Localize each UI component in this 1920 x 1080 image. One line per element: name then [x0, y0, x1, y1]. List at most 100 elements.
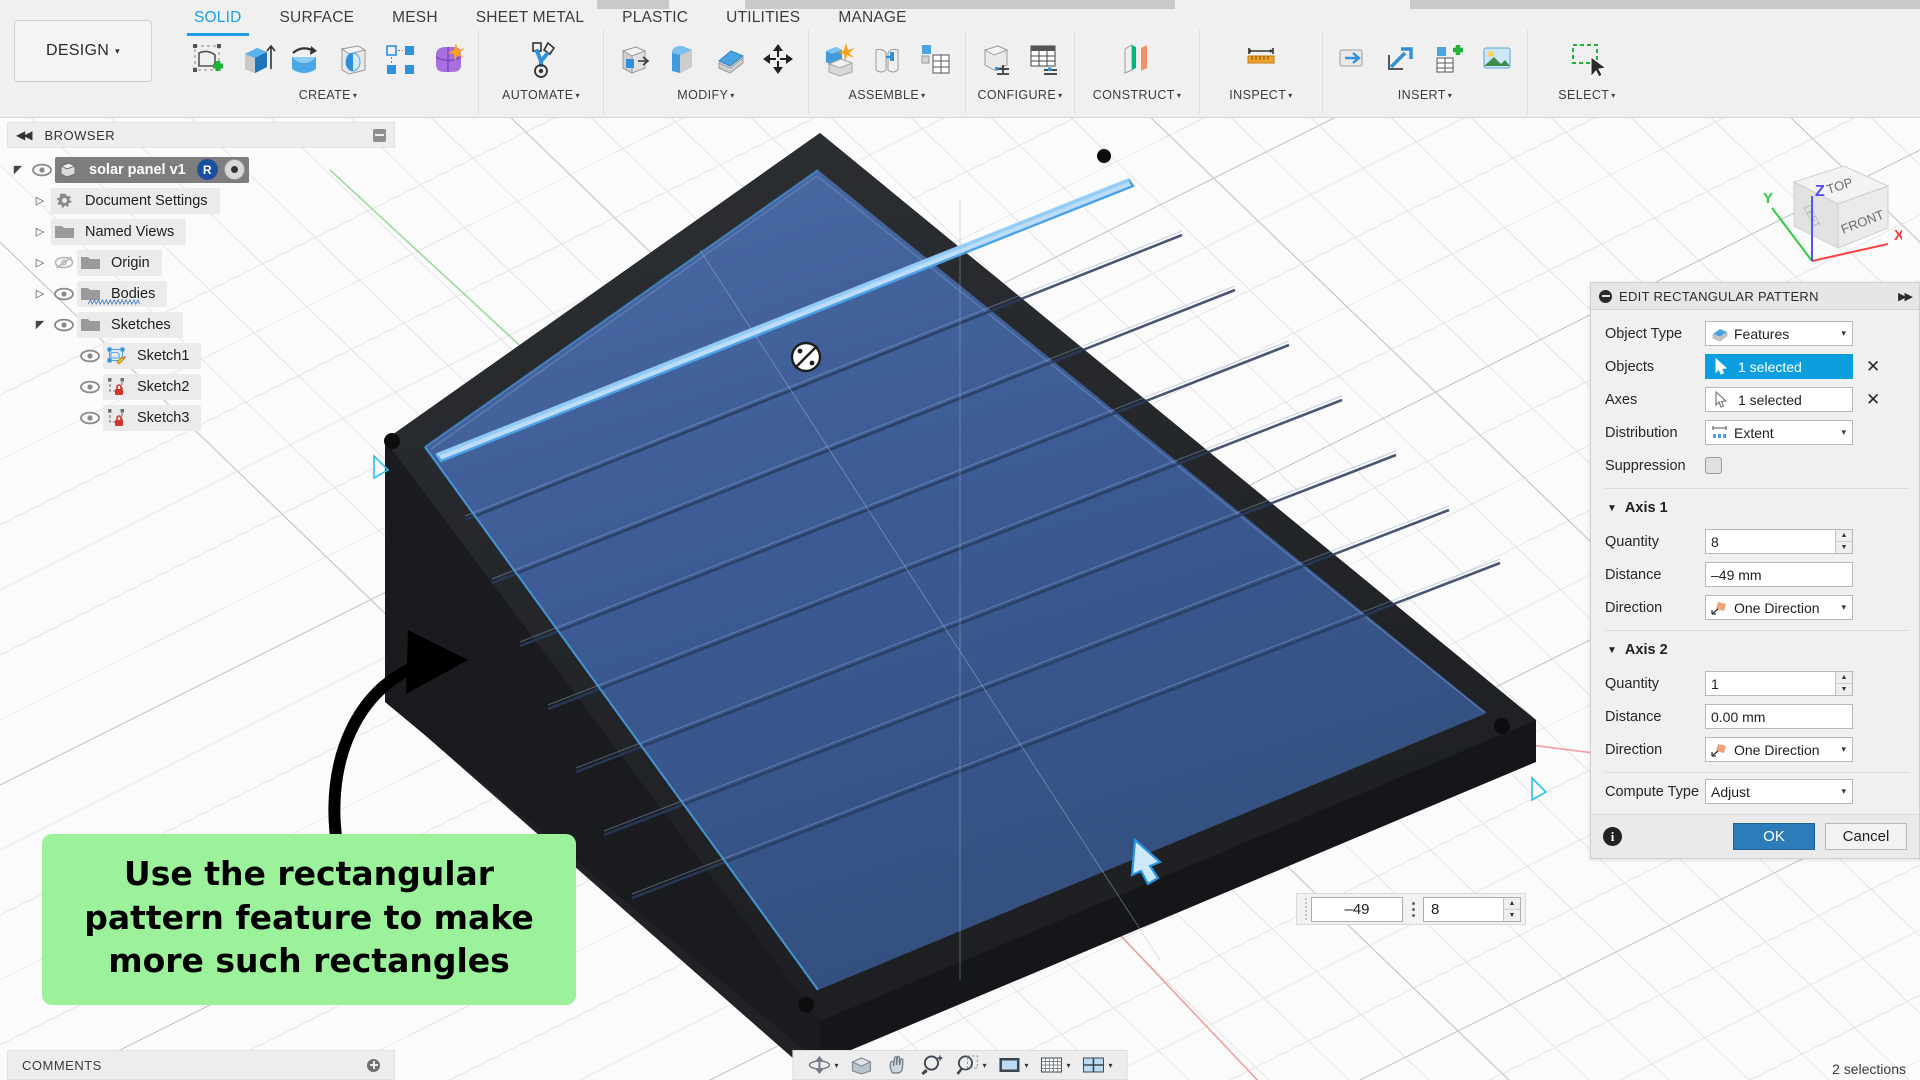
expand-arrow-icon[interactable]: ▷: [29, 256, 51, 269]
browser-row-body[interactable]: solar panel v1 R: [55, 156, 249, 183]
browser-row-body[interactable]: Sketch1: [103, 342, 202, 369]
insert-derive-icon[interactable]: [1330, 33, 1376, 85]
zoom-tool[interactable]: [916, 1054, 948, 1076]
orbit-tool[interactable]: ▾: [803, 1054, 842, 1076]
chevron-down-icon[interactable]: ▾: [834, 1061, 838, 1070]
view-cube[interactable]: TOP FRONT LEFT X Y Z: [1752, 148, 1904, 273]
expand-arrow-icon[interactable]: ◤: [7, 163, 29, 176]
section-header-axis-1[interactable]: ▼ Axis 1: [1605, 491, 1909, 525]
configure-part-icon[interactable]: [973, 33, 1019, 85]
inline-distance-input[interactable]: –49: [1311, 896, 1403, 922]
minus-circle-icon[interactable]: [1599, 289, 1612, 303]
browser-item-document-settings[interactable]: ▷ Document Settings: [7, 185, 395, 216]
collapse-left-icon[interactable]: ◀◀: [16, 128, 33, 142]
shell-icon[interactable]: [707, 33, 753, 85]
expand-right-icon[interactable]: ▶▶: [1898, 290, 1913, 303]
browser-item-bodies[interactable]: ▷ Bodies: [7, 278, 395, 309]
move-copy-icon[interactable]: [755, 33, 801, 85]
browser-item-sketch3[interactable]: Sketch3: [7, 402, 395, 433]
zoom-window-tool[interactable]: ▾: [951, 1054, 990, 1076]
visibility-eye-off-icon[interactable]: [51, 255, 77, 270]
info-icon[interactable]: i: [1603, 827, 1622, 846]
form-icon[interactable]: [425, 33, 471, 85]
quantity-stepper[interactable]: ▲ ▼: [1835, 530, 1852, 553]
suppression-checkbox[interactable]: [1705, 457, 1722, 474]
object-type-dropdown[interactable]: Features ▾: [1705, 321, 1853, 346]
inline-quantity-input[interactable]: 8 ▲ ▼: [1423, 896, 1521, 922]
fillet-icon[interactable]: [659, 33, 705, 85]
browser-row-body[interactable]: Origin: [77, 249, 162, 276]
chevron-down-icon[interactable]: ▾: [1109, 1061, 1113, 1070]
offset-plane-icon[interactable]: [1082, 33, 1192, 85]
activate-component-radio[interactable]: [223, 159, 245, 180]
browser-row-body[interactable]: Bodies: [77, 280, 168, 307]
hole-icon[interactable]: [329, 33, 375, 85]
axes-selection-field[interactable]: 1 selected: [1705, 387, 1853, 412]
measure-icon[interactable]: [1207, 33, 1315, 85]
browser-row-body[interactable]: Document Settings: [51, 187, 220, 214]
stepper-down-icon[interactable]: ▼: [1836, 684, 1852, 695]
browser-item-solar-panel[interactable]: ◤ solar panel v1 R: [7, 154, 395, 185]
browser-item-named-views[interactable]: ▷ Named Views: [7, 216, 395, 247]
stepper-down-icon[interactable]: ▼: [1836, 542, 1852, 553]
visibility-eye-icon[interactable]: [77, 380, 103, 394]
extrude-icon[interactable]: [233, 33, 279, 85]
doc-tab-3[interactable]: [1410, 0, 1920, 9]
visibility-eye-icon[interactable]: [51, 318, 77, 332]
objects-selection-field[interactable]: 1 selected: [1705, 354, 1853, 379]
browser-row-body[interactable]: Sketch2: [103, 373, 202, 400]
chevron-down-icon[interactable]: ▾: [1067, 1061, 1071, 1070]
press-pull-icon[interactable]: [611, 33, 657, 85]
insert-component-icon[interactable]: [1426, 33, 1472, 85]
reference-badge[interactable]: R: [196, 159, 218, 180]
clear-objects-icon[interactable]: ✕: [1866, 358, 1880, 375]
drag-handle-icon[interactable]: [1301, 897, 1311, 921]
collapse-arrow-icon[interactable]: ◤: [29, 318, 51, 331]
visibility-eye-icon[interactable]: [77, 349, 103, 363]
expand-arrow-icon[interactable]: ▷: [29, 287, 51, 300]
comments-panel[interactable]: COMMENTS: [7, 1050, 395, 1080]
section-header-axis-2[interactable]: ▼ Axis 2: [1605, 633, 1909, 667]
cancel-button[interactable]: Cancel: [1825, 823, 1907, 850]
joint-icon[interactable]: [864, 33, 910, 85]
configure-table-icon[interactable]: [1021, 33, 1067, 85]
browser-item-sketch2[interactable]: Sketch2: [7, 371, 395, 402]
clear-axes-icon[interactable]: ✕: [1866, 391, 1880, 408]
axis2-quantity-input[interactable]: 1 ▲ ▼: [1705, 671, 1853, 696]
stepper-up-icon[interactable]: ▲: [1836, 672, 1852, 684]
insert-mcmaster-icon[interactable]: [1378, 33, 1424, 85]
quantity-stepper[interactable]: ▲ ▼: [1835, 672, 1852, 695]
expand-arrow-icon[interactable]: ▷: [29, 225, 51, 238]
axis1-quantity-input[interactable]: 8 ▲ ▼: [1705, 529, 1853, 554]
revolve-icon[interactable]: [281, 33, 327, 85]
browser-item-sketches[interactable]: ◤ Sketches: [7, 309, 395, 340]
pattern-icon[interactable]: [377, 33, 423, 85]
stepper-down-icon[interactable]: ▼: [1504, 909, 1520, 921]
axis2-distance-input[interactable]: 0.00 mm: [1705, 704, 1853, 729]
browser-row-body[interactable]: Named Views: [51, 218, 187, 245]
compute-type-dropdown[interactable]: Adjust ▾: [1705, 779, 1853, 804]
browser-row-body[interactable]: Sketches: [77, 311, 183, 338]
chevron-down-icon[interactable]: ▾: [1024, 1061, 1028, 1070]
browser-item-origin[interactable]: ▷ Origin: [7, 247, 395, 278]
visibility-eye-icon[interactable]: [77, 411, 103, 425]
pan-tool[interactable]: [881, 1054, 913, 1076]
create-sketch-icon[interactable]: [185, 33, 231, 85]
assemble-table-icon[interactable]: [912, 33, 958, 85]
display-settings-tool[interactable]: ▾: [993, 1055, 1032, 1075]
chevron-down-icon[interactable]: ▾: [982, 1061, 986, 1070]
visibility-eye-icon[interactable]: [51, 287, 77, 301]
minimize-icon[interactable]: [373, 128, 386, 142]
automated-modeling-icon[interactable]: [486, 33, 596, 85]
ok-button[interactable]: OK: [1733, 823, 1815, 850]
expand-arrow-icon[interactable]: ▷: [29, 194, 51, 207]
visibility-eye-icon[interactable]: [29, 163, 55, 177]
axis2-direction-dropdown[interactable]: One Direction ▾: [1705, 737, 1853, 762]
browser-row-body[interactable]: Sketch3: [103, 404, 202, 431]
workspace-switcher[interactable]: DESIGN ▾: [14, 20, 152, 82]
new-component-icon[interactable]: [816, 33, 862, 85]
grid-snap-tool[interactable]: ▾: [1036, 1055, 1075, 1075]
axis1-direction-dropdown[interactable]: One Direction ▾: [1705, 595, 1853, 620]
look-at-tool[interactable]: [845, 1054, 878, 1076]
stepper-up-icon[interactable]: ▲: [1836, 530, 1852, 542]
